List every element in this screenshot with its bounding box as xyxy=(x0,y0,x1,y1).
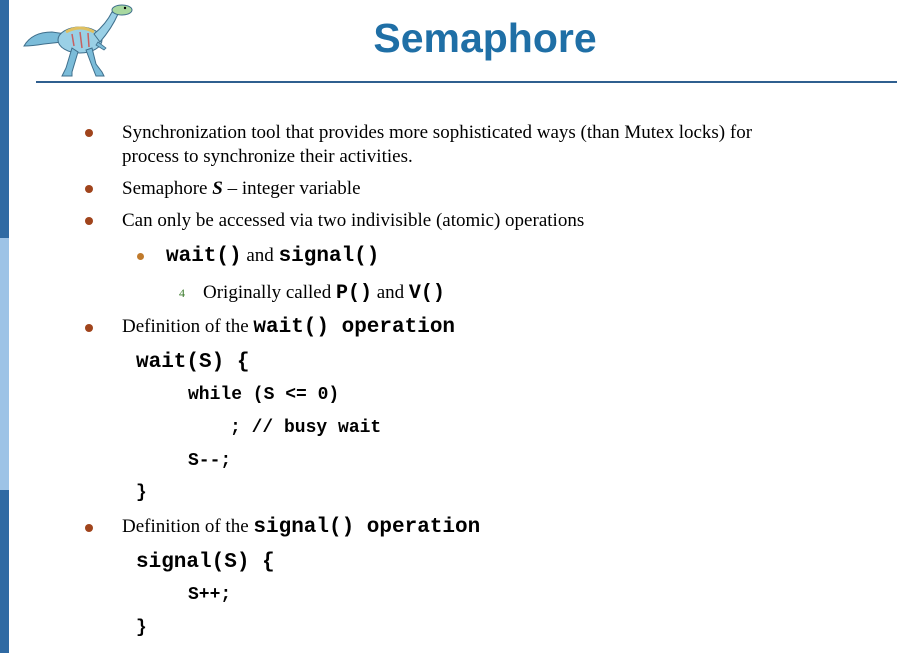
sidebar-stripe xyxy=(0,0,9,653)
code-wait: wait() xyxy=(166,245,242,268)
bullet-marker xyxy=(85,129,93,137)
bullet-text: Definition of the xyxy=(122,316,254,337)
code-signal-header: signal(S) { xyxy=(136,551,275,574)
bullet-text: Can only be accessed via two indivisible… xyxy=(122,210,585,231)
sub-sub-number: 4 xyxy=(179,286,185,300)
bullet-marker xyxy=(85,524,93,532)
bullet-marker xyxy=(85,324,93,332)
code-v: V() xyxy=(408,282,445,305)
code-signal-increment: S++; xyxy=(188,585,232,605)
sub-bullet-marker xyxy=(137,253,144,260)
sub-sub-text: Originally called xyxy=(203,282,336,303)
sub-sub-bullet-text: Originally called P() and V() xyxy=(203,281,445,306)
bullet-semaphore-variable: Semaphore S – integer variable xyxy=(122,177,361,201)
code-wait-busy: ; // busy wait xyxy=(230,418,382,438)
bullet-text: Definition of the xyxy=(122,516,254,537)
title-divider xyxy=(36,81,897,83)
code-signal: signal() xyxy=(278,245,380,268)
code-wait-close: } xyxy=(136,483,147,503)
code-wait-decrement: S--; xyxy=(188,451,232,471)
variable-s: S xyxy=(212,178,223,199)
code-p: P() xyxy=(335,282,372,305)
sidebar-stripe-bottom xyxy=(0,490,9,653)
bullet-text: Semaphore xyxy=(122,178,213,199)
code-signal-close: } xyxy=(136,618,147,638)
bullet-marker xyxy=(85,185,93,193)
bullet-marker xyxy=(85,217,93,225)
bullet-text-line1: Synchronization tool that provides more … xyxy=(122,122,753,143)
slide-title: Semaphore xyxy=(373,15,597,61)
code-wait-loop: while (S <= 0) xyxy=(188,385,340,405)
sub-bullet-text: and xyxy=(241,245,279,266)
sidebar-stripe-top xyxy=(0,0,9,238)
sidebar-stripe-middle xyxy=(0,238,9,490)
bullet-signal-definition: Definition of the signal() operation xyxy=(122,515,480,540)
code-signal-operation: signal() operation xyxy=(253,516,481,539)
dinosaur-logo-icon xyxy=(23,4,133,77)
code-wait-header: wait(S) { xyxy=(136,351,250,374)
bullet-text-line2: process to synchronize their activities. xyxy=(122,146,413,167)
bullet-wait-definition: Definition of the wait() operation xyxy=(122,315,455,340)
sub-bullet-operations: wait() and signal() xyxy=(166,244,379,269)
bullet-text: – integer variable xyxy=(222,178,361,199)
sub-sub-text: and xyxy=(371,282,409,303)
code-wait-operation: wait() operation xyxy=(253,316,456,339)
